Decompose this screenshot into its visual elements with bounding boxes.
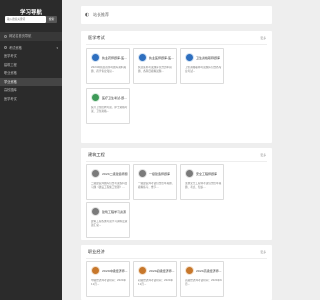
wechat-icon: ◐: [85, 12, 90, 18]
site-card[interactable]: 安全工程师题库 注册安全工程师考试包含历年真题、考点、知识...: [180, 164, 224, 200]
chevron-down-icon: ▾: [56, 45, 58, 50]
sidebar: 学习导航 搜索 网站名首页导航 考试资格 ▾ 医学考试 建筑工程 职业资格 学业资…: [0, 0, 62, 300]
site-card[interactable]: 执业医师题库-医... 执业医师考试题库包含历年真题、各科目模拟试题...: [133, 48, 177, 84]
section-economics: 职业经济 更多 2024中级经济师... 中级经济师考试时间：2024年11月.…: [81, 245, 272, 300]
sidebar-item-medical-exam-2[interactable]: 医学考试: [0, 95, 62, 104]
sidebar-item-exam-qualification[interactable]: 考试资格 ▾: [0, 44, 62, 53]
sidebar-item-medical-exam[interactable]: 医学考试: [0, 52, 62, 61]
section-title: 医学考试: [88, 35, 105, 40]
card-desc: 卫生资格职称考试题库包含各专业考试...: [185, 66, 222, 73]
site-logo-icon: [91, 169, 100, 178]
recommend-title: 站长推荐: [93, 12, 109, 17]
site-logo-icon: [185, 266, 194, 275]
card-desc: 高级经济师考试时间：2024年6月...: [185, 279, 222, 286]
divider: [86, 258, 267, 259]
sidebar-item-label: 学业资格: [4, 79, 17, 84]
card-name: 安全工程师题库: [196, 171, 218, 176]
site-card[interactable]: 2024高级经济师... 高级经济师考试时间：2024年6月...: [180, 261, 224, 297]
card-desc: 医疗卫生招聘考试、护士资格考试、卫生资格...: [91, 106, 128, 113]
folder-icon: [4, 46, 7, 49]
sidebar-item-construction[interactable]: 建筑工程: [0, 61, 62, 70]
more-link[interactable]: 更多: [260, 250, 266, 254]
divider: [86, 44, 267, 45]
card-name: 2024初级经济师...: [149, 268, 175, 273]
sidebar-item-label: 网站名首页导航: [9, 34, 32, 38]
home-icon: [4, 34, 7, 38]
site-logo-icon: [138, 266, 147, 275]
site-logo-icon: [91, 266, 100, 275]
more-link[interactable]: 更多: [260, 36, 266, 40]
site-card[interactable]: 2024初级经济师... 初级经济师考试时间：2024年11月...: [133, 261, 177, 297]
card-name: 2024中级经济师...: [102, 268, 128, 273]
card-desc: 2024年执业药师考题库资料真题、药学专业知识...: [91, 66, 127, 73]
sidebar-item-label: 职业资格: [4, 71, 17, 75]
main-content: ◐ 站长推荐 医学考试 更多 执业药师题库-医... 2024年执业药师考题库资…: [62, 0, 300, 300]
sidebar-item-label: 高校题库: [4, 88, 17, 92]
site-logo-icon: [91, 53, 100, 62]
site-card[interactable]: 2024中级经济师... 中级经济师考试时间：2024年11月...: [86, 261, 130, 297]
site-logo[interactable]: 学习导航: [0, 8, 62, 16]
sidebar-item-academic[interactable]: 学业资格: [0, 77, 62, 86]
recommend-bar: ◐ 站长推荐: [81, 6, 272, 24]
site-logo-icon: [91, 93, 100, 102]
site-card[interactable]: 执业药师题库-医... 2024年执业药师考题库资料真题、药学专业知识...: [86, 48, 130, 84]
sidebar-item-label: 医学考试: [4, 96, 17, 101]
divider: [86, 161, 267, 162]
card-desc: 注册安全工程师考试包含历年真题、考点、知识...: [185, 182, 222, 189]
site-card[interactable]: 2024二级建造师题 二级建造师题库包含考试各科目习题《建设工程施工管理》...: [86, 164, 130, 200]
more-link[interactable]: 更多: [260, 153, 266, 157]
card-name: 2024高级经济师...: [196, 268, 222, 273]
search-button[interactable]: 搜索: [46, 16, 57, 23]
search-input[interactable]: [5, 16, 46, 23]
card-name: 卫生资格职称题库: [196, 55, 221, 60]
site-card[interactable]: 建筑工程学习资源 建筑工程各类考试学习资料及资源汇总...: [86, 202, 130, 238]
card-desc: 建筑工程各类考试学习资料及资源汇总...: [91, 220, 128, 227]
sidebar-item-vocational[interactable]: 职业资格: [0, 69, 62, 78]
section-medical: 医学考试 更多 执业药师题库-医... 2024年执业药师考题库资料真题、药学专…: [81, 31, 272, 143]
section-title: 建筑工程: [88, 152, 105, 157]
card-name: 2024二级建造师题: [102, 171, 128, 176]
card-name: 医疗卫生考试-题...: [102, 95, 127, 100]
site-logo-icon: [138, 53, 147, 62]
sidebar-item-university-bank[interactable]: 高校题库: [0, 86, 62, 95]
card-name: 建筑工程学习资源: [102, 209, 127, 214]
card-name: 执业药师题库-医...: [102, 55, 127, 60]
sidebar-item-label: 建筑工程: [4, 62, 17, 67]
sidebar-nav: 网站名首页导航 考试资格 ▾ 医学考试 建筑工程 职业资格 学业资格 高校题库 医…: [0, 32, 62, 103]
card-desc: 初级经济师考试时间：2024年11月...: [138, 279, 174, 286]
card-desc: 中级经济师考试时间：2024年11月...: [91, 279, 127, 286]
site-logo-icon: [185, 169, 194, 178]
section-title: 职业经济: [88, 249, 105, 254]
site-logo-icon: [91, 207, 100, 216]
card-desc: 二级建造师题库包含考试各科目习题《建设工程施工管理》...: [91, 182, 128, 189]
sidebar-item-home[interactable]: 网站名首页导航: [0, 32, 62, 41]
site-logo-icon: [185, 53, 194, 62]
sidebar-item-label: 考试资格: [9, 45, 22, 50]
card-desc: 执业医师考试题库包含历年真题、各科目模拟试题...: [138, 66, 172, 73]
section-construction: 建筑工程 更多 2024二级建造师题 二级建造师题库包含考试各科目习题《建设工程…: [81, 148, 272, 240]
card-name: 一级建造师题库: [149, 171, 171, 176]
site-card[interactable]: 一级建造师题库 一级建造师考试包含历年真题、模拟练习、章节...: [133, 164, 177, 200]
card-name: 执业医师题库-医...: [149, 55, 174, 60]
site-card[interactable]: 卫生资格职称题库 卫生资格职称考试题库包含各专业考试...: [180, 48, 224, 84]
sidebar-item-label: 医学考试: [4, 54, 17, 58]
card-desc: 一级建造师考试包含历年真题、模拟练习、章节...: [138, 182, 175, 189]
site-logo-icon: [138, 169, 147, 178]
site-card[interactable]: 医疗卫生考试-题... 医疗卫生招聘考试、护士资格考试、卫生资格...: [86, 88, 130, 124]
